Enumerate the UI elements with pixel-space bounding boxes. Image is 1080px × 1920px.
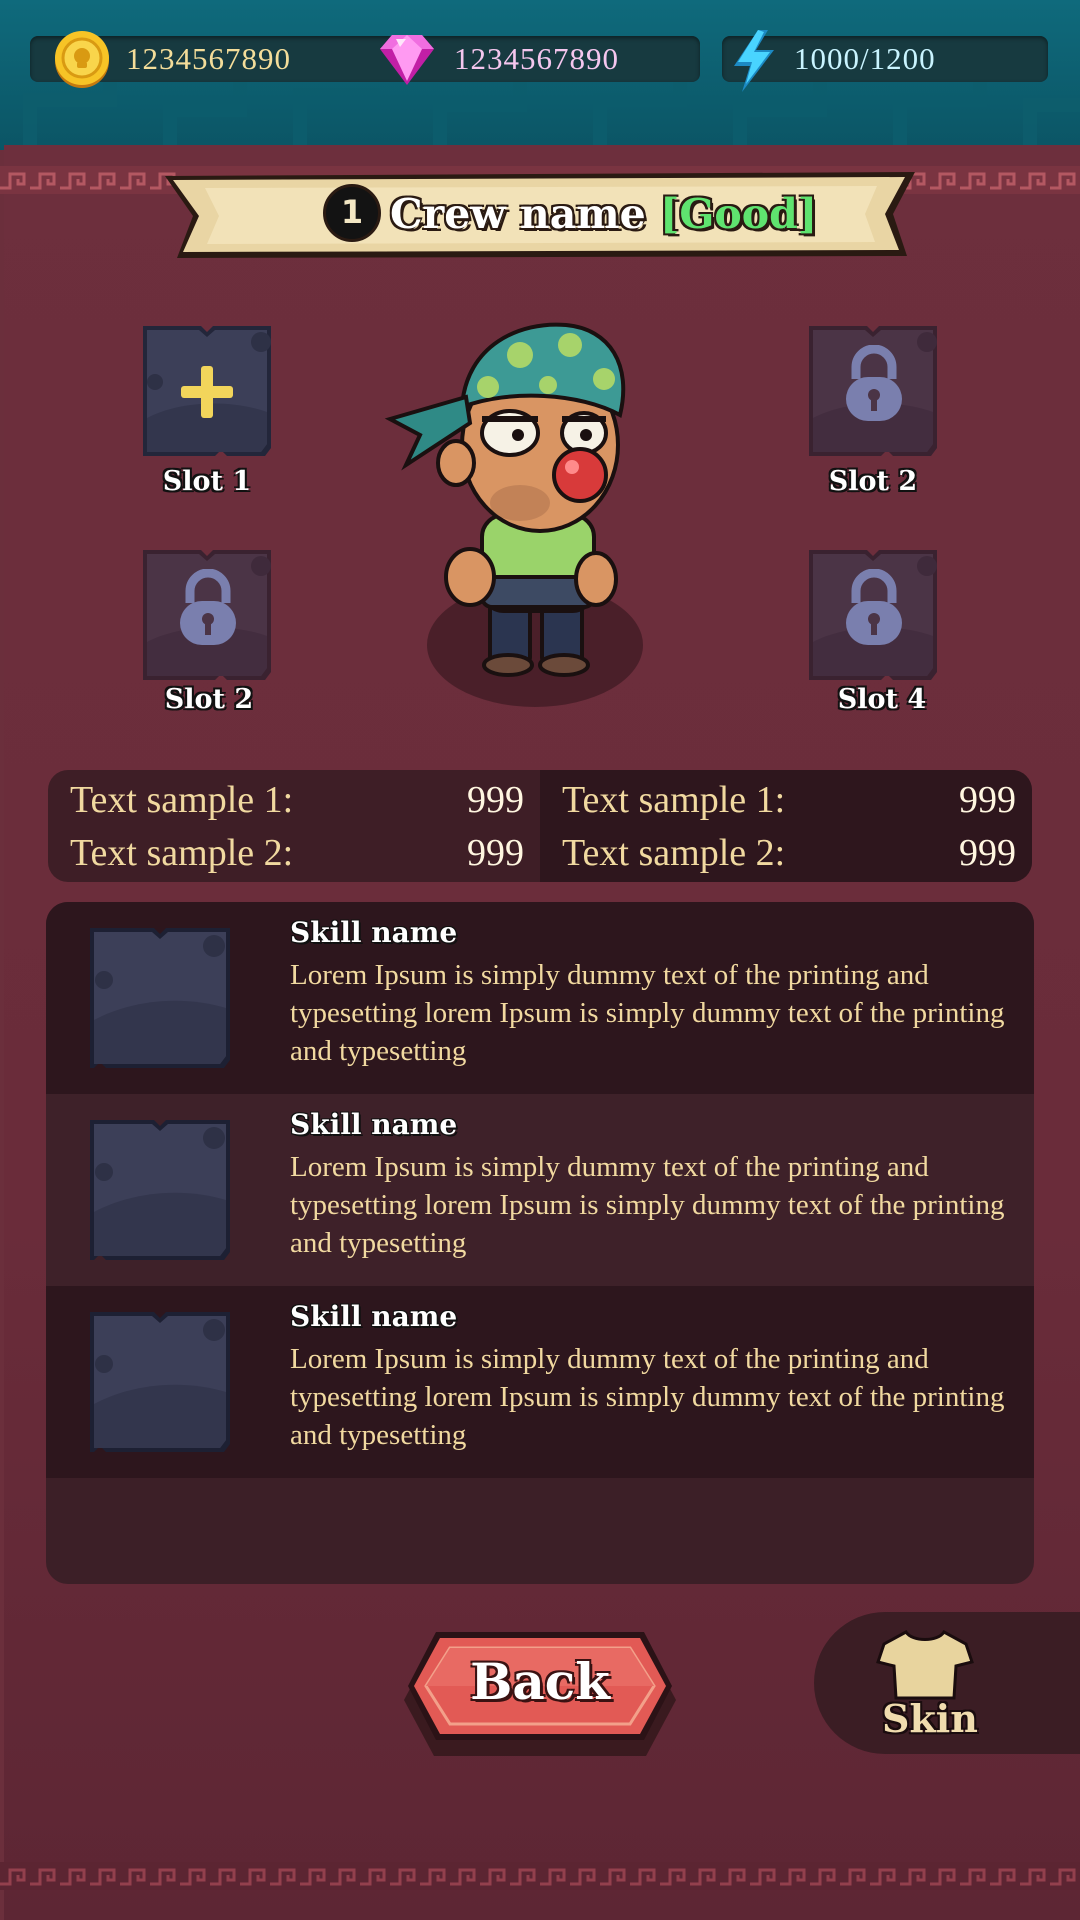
stat-row: Text sample 1: 999 [70,774,524,826]
skill-description: Lorem Ipsum is simply dummy text of the … [290,1151,1005,1259]
stat-label: Text sample 2: [70,832,294,874]
crew-quality: [Good] [660,190,818,238]
tshirt-icon [876,1629,974,1700]
skill-name: Skill name [290,1108,458,1141]
stat-label: Text sample 1: [70,779,294,821]
skin-button[interactable]: Skin [814,1612,1080,1754]
stat-label: Text sample 1: [562,779,786,821]
crew-character-sprite [384,322,643,707]
skill-description: Lorem Ipsum is simply dummy text of the … [290,959,1005,1067]
slot-label: Slot 4 [837,684,927,715]
stats-column-right: Text sample 1: 999 Text sample 2: 999 [540,770,1032,882]
skill-icon-frame [90,1120,230,1260]
lightning-bolt-icon [734,30,774,92]
rank-badge: 1 [323,184,381,242]
lock-icon [846,345,902,421]
skill-row[interactable]: Skill name Lorem Ipsum is simply dummy t… [46,902,1034,1094]
resource-top-bar: 1234567890 1234567890 1000/1200 [0,0,1080,150]
energy-counter[interactable]: 1000/1200 [722,30,1048,92]
crew-title: Crew name [Good] [390,184,817,244]
skill-description: Lorem Ipsum is simply dummy text of the … [290,1343,1005,1451]
back-button[interactable]: Back [404,1624,676,1762]
skill-row[interactable]: Skill name Lorem Ipsum is simply dummy t… [46,1094,1034,1286]
skin-label: Skin [882,1696,978,1741]
stat-value: 999 [959,779,1016,821]
slot-label: Slot 2 [828,466,918,497]
skill-name: Skill name [290,916,458,949]
stat-row: Text sample 2: 999 [70,827,524,879]
gold-counter[interactable]: 1234567890 1234567890 [30,31,700,88]
gold-coin-icon [55,31,109,88]
skill-name: Skill name [290,1300,458,1333]
skill-icon-frame [90,928,230,1068]
back-label: Back [470,1652,610,1711]
lock-icon [180,569,236,645]
skill-icon-frame [90,1312,230,1452]
stat-value: 999 [959,832,1016,874]
stats-column-left: Text sample 1: 999 Text sample 2: 999 [48,770,540,882]
stat-label: Text sample 2: [562,832,786,874]
slot-label: Slot 2 [164,684,254,715]
gold-value: 1234567890 [126,41,291,76]
plus-icon [181,366,233,418]
stat-value: 999 [467,832,524,874]
skill-row[interactable]: Skill name Lorem Ipsum is simply dummy t… [46,1286,1034,1478]
slot-label: Slot 1 [162,466,252,497]
pink-gem-icon [380,35,434,85]
greek-key-border-bottom [0,1862,1080,1890]
skills-list[interactable]: Skill name Lorem Ipsum is simply dummy t… [46,902,1034,1584]
energy-value: 1000/1200 [794,41,936,76]
stats-panel: Text sample 1: 999 Text sample 2: 999 Te… [48,770,1032,882]
lock-icon [846,569,902,645]
stat-value: 999 [467,779,524,821]
stat-row: Text sample 1: 999 [562,774,1016,826]
stat-row: Text sample 2: 999 [562,827,1016,879]
gems-value: 1234567890 [454,41,619,76]
crew-name: Crew name [390,190,646,238]
